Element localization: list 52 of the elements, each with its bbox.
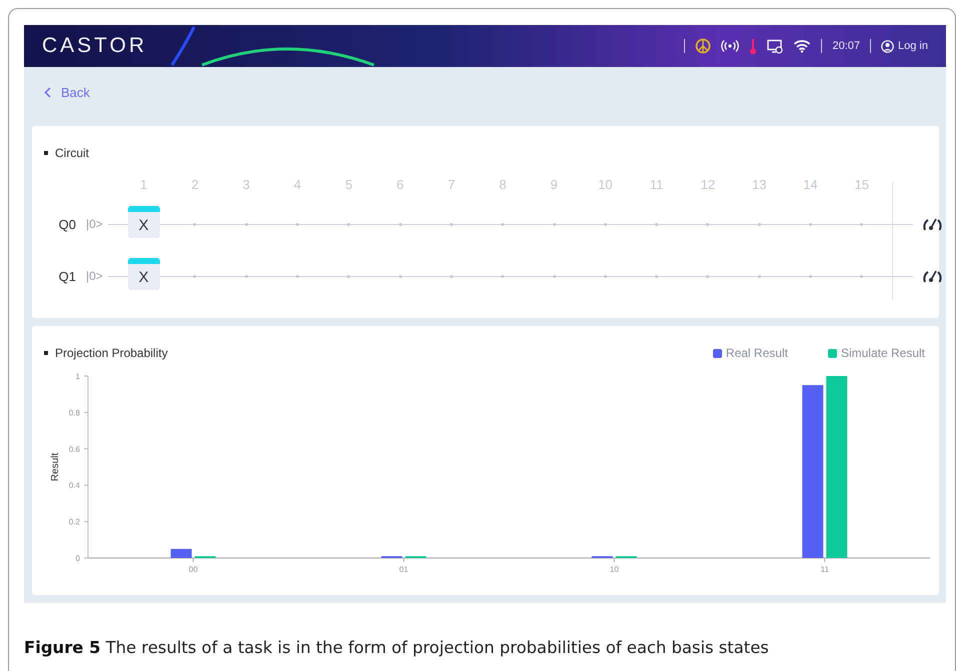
column-number: 8 [498,176,508,194]
y-tick-label: 0.2 [68,518,80,527]
x-tick-label: 10 [610,565,619,574]
initial-state: |0> [85,217,104,231]
column-number: 11 [648,176,664,194]
column-number: 14 [802,176,819,194]
column-number: 3 [242,176,251,194]
peace-icon [695,38,712,54]
legend-label: Real Result [726,346,788,360]
clock-time: 20:07 [832,40,860,52]
y-tick-label: 1 [76,372,80,381]
column-number: 2 [190,176,200,194]
column-number: 5 [344,176,354,194]
chart-bar [170,548,192,558]
y-tick-label: 0.4 [68,481,80,490]
qubit-label: Q1 [58,268,77,284]
bullet-icon [44,151,48,155]
x-tick-label: 00 [188,565,198,574]
wifi-icon [793,39,812,53]
column-number: 12 [700,176,716,194]
gauge-icon[interactable] [921,216,944,232]
column-number: 15 [854,176,870,194]
initial-state: |0> [85,269,104,283]
user-icon[interactable] [881,40,894,52]
column-number: 10 [597,176,614,194]
legend-label: Simulate Result [840,346,925,360]
login-link[interactable]: Log in [898,40,928,52]
column-number: 7 [446,176,456,194]
y-tick-label: 0 [76,554,80,563]
thermometer-icon [749,38,758,54]
column-number: 1 [139,176,148,194]
figure-caption: Figure 5 The results of a task is in the form of projection probabilities of each basis states [24,638,770,657]
x-tick-label: 01 [399,565,408,574]
y-axis-title: Result [50,452,61,482]
x-gate[interactable]: X [128,206,160,238]
monitor-icon [767,38,784,54]
qubit-label: Q0 [58,216,77,232]
app-logo: CASTOR [42,34,148,58]
column-number: 4 [292,176,302,194]
column-number: 9 [549,176,559,194]
bullet-icon [44,351,48,355]
y-tick-label: 0.8 [68,408,80,418]
x-tick-label: 11 [820,565,829,574]
x-gate[interactable]: X [128,258,160,290]
column-number: 13 [750,176,768,194]
broadcast-icon [721,39,740,53]
chevron-left-icon [44,87,51,98]
y-tick-label: 0.6 [68,444,80,454]
section-title: Circuit [55,146,90,160]
column-number: 6 [396,176,405,194]
section-title: Projection Probability [55,346,168,360]
gauge-icon[interactable] [921,268,944,284]
